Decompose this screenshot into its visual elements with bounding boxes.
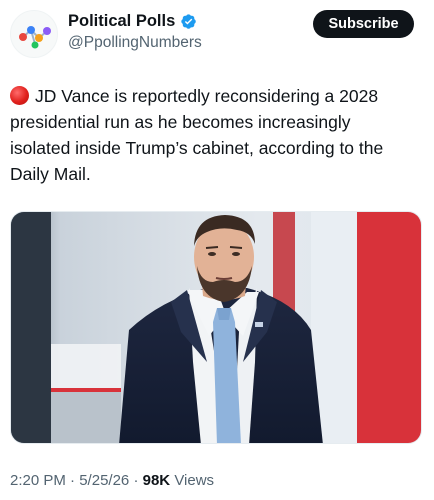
red-circle-icon <box>10 86 29 105</box>
avatar[interactable] <box>10 10 58 58</box>
post-photo[interactable] <box>10 211 422 444</box>
views-label: Views <box>174 472 215 489</box>
author-name-row: Political Polls <box>68 12 197 31</box>
timestamp-separator: · <box>133 472 139 489</box>
photo-illustration <box>11 212 421 443</box>
post-date: 5/25/26 <box>79 472 130 489</box>
post-text: JD Vance is reportedly reconsidering a 2… <box>10 83 410 187</box>
subscribe-button[interactable]: Subscribe <box>313 10 414 38</box>
verified-badge-icon <box>181 14 197 29</box>
timestamp-separator: · <box>70 472 76 489</box>
post-body: JD Vance is reportedly reconsidering a 2… <box>10 86 384 184</box>
post-timestamp[interactable]: 2:20 PM · 5/25/26 · 98K Views <box>10 472 214 489</box>
colorful-dots-logo-icon <box>19 26 51 49</box>
author-display-name[interactable]: Political Polls <box>68 12 175 31</box>
author-handle[interactable]: @PpollingNumbers <box>68 34 202 52</box>
views-count: 98K <box>142 472 171 489</box>
post-time: 2:20 PM <box>10 472 66 489</box>
